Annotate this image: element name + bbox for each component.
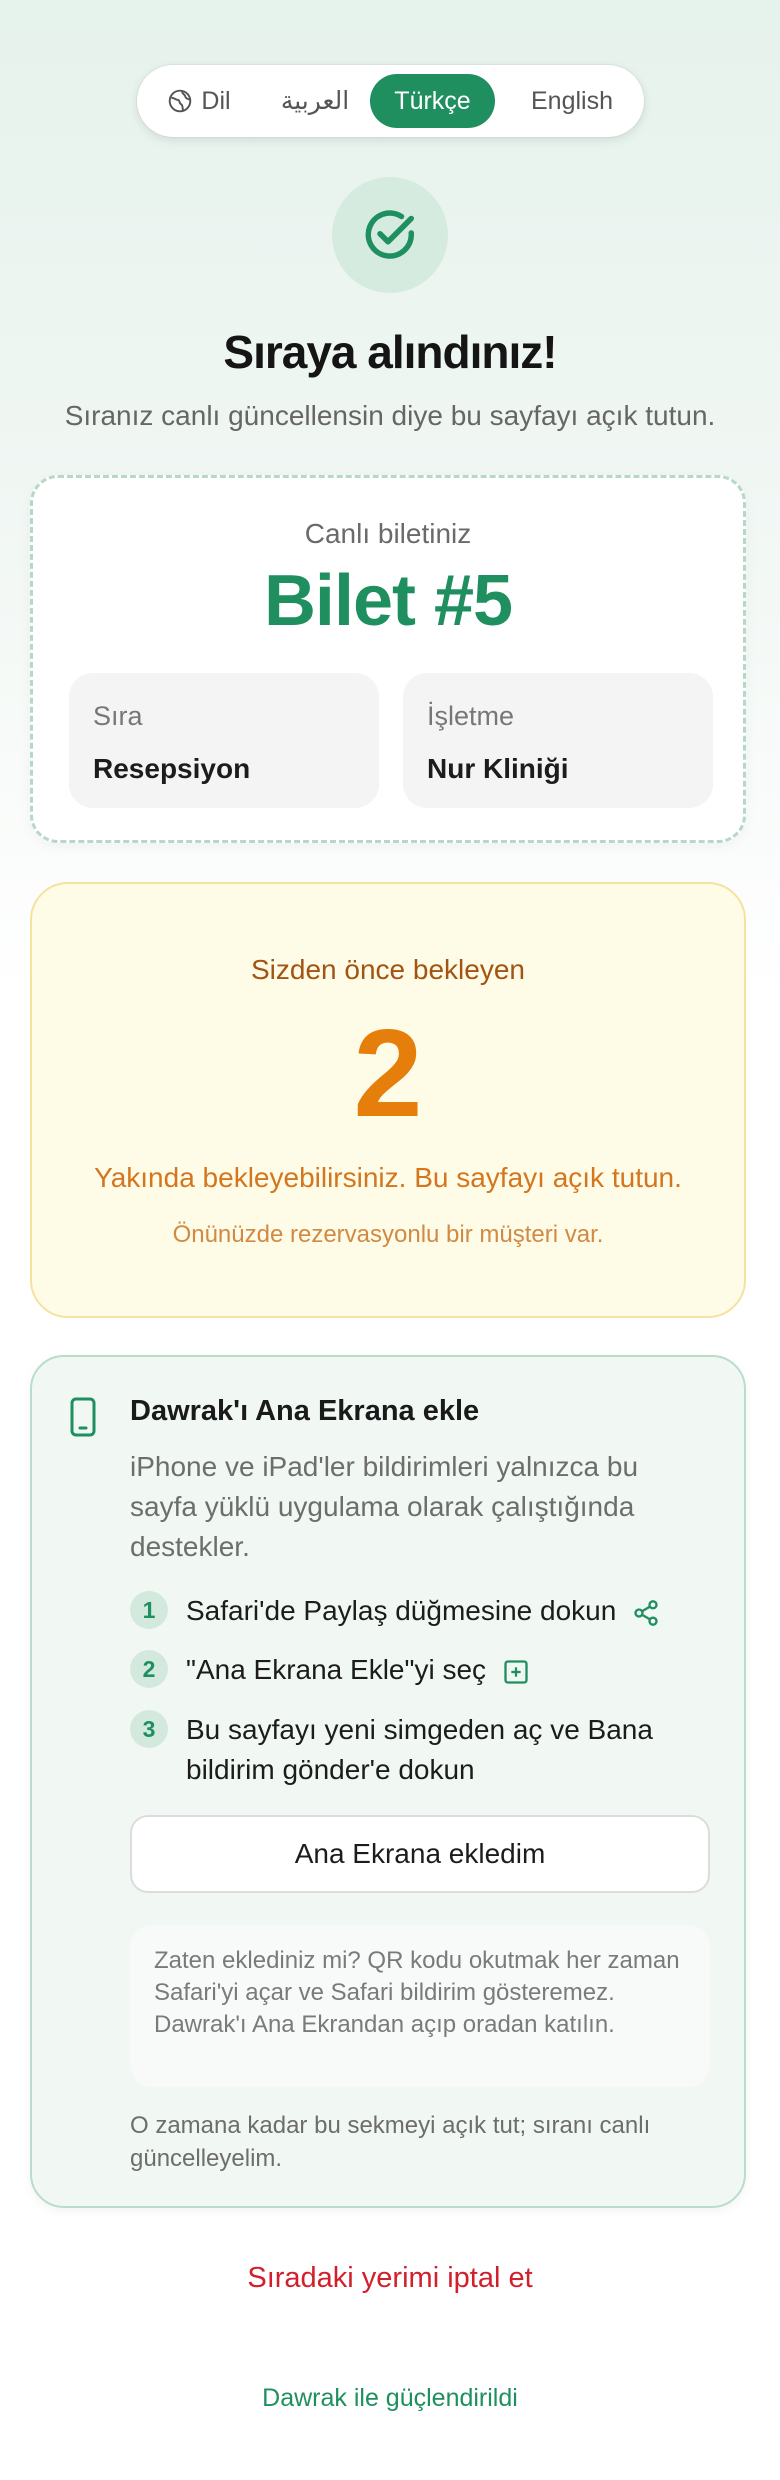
waiting-count: 2 xyxy=(353,1005,423,1143)
share-icon xyxy=(634,1599,658,1626)
ticket-card: Canlı biletiniz Bilet #5 Sıra Resepsiyon… xyxy=(30,475,746,843)
phone-icon xyxy=(70,1397,96,1437)
keep-open-note: O zamana kadar bu sekmeyi açık tut; sıra… xyxy=(130,2112,651,2172)
waiting-card: Sizden önce bekleyen 2 Yakında bekleyebi… xyxy=(30,882,746,1318)
business-value: Nur Kliniği xyxy=(427,753,569,784)
queue-value: Resepsiyon xyxy=(93,753,251,784)
language-label: Dil xyxy=(159,65,239,137)
waiting-note: Önünüzde rezervasyonlu bir müşteri var. xyxy=(172,1221,604,1248)
globe-icon xyxy=(169,89,192,113)
step-text: "Ana Ekrana Ekle"yi seç xyxy=(186,1650,706,1690)
success-badge xyxy=(332,177,448,293)
step-text: Bu sayfayı yeni simgeden aç ve Bana bild… xyxy=(186,1714,653,1785)
queue-info: Sıra Resepsiyon xyxy=(69,673,379,808)
business-label: İşletme xyxy=(427,701,515,731)
business-info: İşletme Nur Kliniği xyxy=(403,673,713,808)
install-card: Dawrak'ı Ana Ekrana ekle iPhone ve iPad'… xyxy=(30,1355,746,2208)
added-to-home-button[interactable]: Ana Ekrana ekledim xyxy=(130,1815,710,1893)
step-text: Safari'de Paylaş düğmesine dokun xyxy=(186,1591,706,1631)
install-description: iPhone ve iPad'ler bildirimleri yalnızca… xyxy=(130,1451,639,1562)
step-number: 2 xyxy=(130,1650,168,1688)
queue-label: Sıra xyxy=(93,701,143,731)
waiting-message: Yakında bekleyebilirsiniz. Bu sayfayı aç… xyxy=(94,1162,682,1193)
check-icon xyxy=(365,210,415,259)
language-bar: Dil العربية Türkçe English xyxy=(137,65,644,137)
step-number: 1 xyxy=(130,1591,168,1629)
step-text-label: "Ana Ekrana Ekle"yi seç xyxy=(186,1654,487,1685)
hint-box: Zaten eklediniz mi? QR kodu okutmak her … xyxy=(130,1925,710,2087)
waiting-label: Sizden önce bekleyen xyxy=(251,954,525,985)
language-option-turkish[interactable]: Türkçe xyxy=(370,74,495,128)
cancel-spot-link[interactable]: Sıradaki yerimi iptal et xyxy=(0,2262,780,2295)
add-square-icon xyxy=(504,1659,528,1684)
page-title: Sıraya alındınız! xyxy=(223,326,557,378)
language-option-arabic[interactable]: العربية xyxy=(265,65,365,137)
language-option-english[interactable]: English xyxy=(517,65,627,137)
step-text-label: Safari'de Paylaş düğmesine dokun xyxy=(186,1595,617,1626)
powered-by-footer[interactable]: Dawrak ile güçlendirildi xyxy=(0,2384,780,2413)
ticket-label: Canlı biletiniz xyxy=(304,518,472,549)
ticket-number: Bilet #5 xyxy=(263,561,513,641)
language-label-text: Dil xyxy=(201,86,231,115)
step-number: 3 xyxy=(130,1710,168,1748)
install-title: Dawrak'ı Ana Ekrana ekle xyxy=(130,1395,480,1427)
page-subtitle: Sıranız canlı güncellensin diye bu sayfa… xyxy=(64,400,716,431)
